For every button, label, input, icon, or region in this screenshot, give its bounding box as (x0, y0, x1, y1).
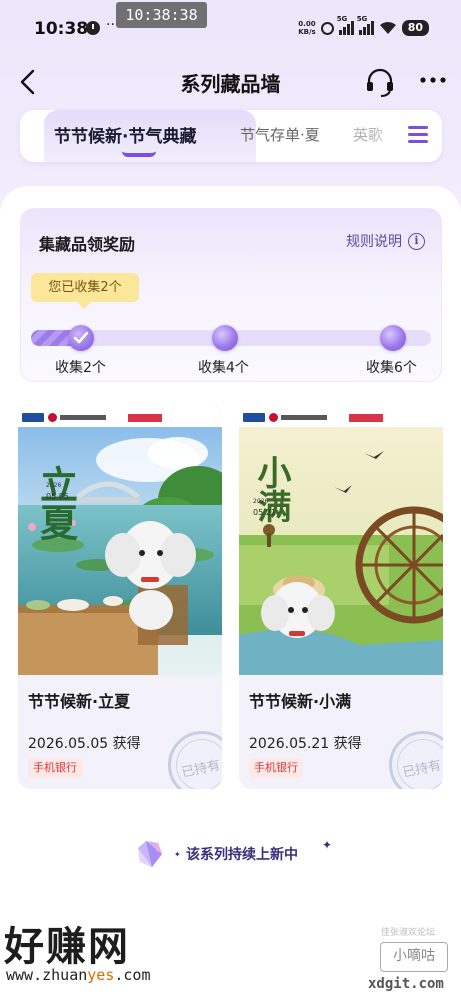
net-speed-value: 0.00 (298, 20, 316, 28)
watermark-url-left: www.zhuanyes.com (6, 966, 151, 984)
rules-label: 规则说明 (346, 234, 402, 250)
collected-count-badge: 您已收集2个 (31, 273, 139, 309)
battery-indicator: 80 (401, 20, 429, 36)
more-icon[interactable] (418, 68, 448, 92)
tab-menu-icon[interactable] (408, 126, 428, 144)
xiaoman-year: 2026 (253, 498, 268, 505)
series-tabs: 节节候新·节气典藏 节气存单·夏 英歌 (20, 110, 442, 162)
alarm-icon (320, 21, 334, 35)
customer-service-icon[interactable] (364, 66, 396, 98)
xiaoman-poster-image: 小满 2026 05 21 (239, 405, 443, 675)
wm-url-part: .com (114, 966, 151, 984)
tab-active-indicator (122, 151, 156, 157)
clock-icon (86, 21, 100, 35)
net-speed: 0.00 KB/s (298, 20, 315, 36)
rules-link[interactable]: 规则说明 i (346, 231, 425, 251)
channel-tag: 手机银行 (249, 758, 303, 778)
check-icon (73, 331, 89, 344)
series-updating-note: 该系列持续上新中 ✦ ✦ (0, 838, 461, 872)
status-time: 10:38 (34, 19, 89, 39)
card-name: 节节候新·小满 (249, 692, 352, 711)
sparkle-icon: ✦ (174, 850, 181, 859)
top-nav: 系列藏品墙 (0, 58, 461, 108)
wm-url-highlight: yes (87, 966, 115, 984)
wifi-icon (379, 22, 396, 34)
milestone-2[interactable] (68, 325, 94, 351)
net-speed-unit: KB/s (298, 28, 316, 36)
watermark-xiaodigu: 小嘀咕 (380, 942, 448, 972)
milestone-4[interactable] (212, 325, 238, 351)
sim1-label: 5G (336, 15, 348, 23)
milestone-6[interactable] (380, 325, 406, 351)
lixia-poster-image: 立夏 2026 05 05 (18, 405, 222, 675)
watermark-forum: 佳张淑欢论坛 (381, 928, 436, 938)
watermark-haozhuan: 好赚网 (4, 924, 130, 970)
tab-fade (372, 110, 442, 162)
sparkle-icon: ✦ (322, 838, 333, 852)
channel-tag: 手机银行 (28, 758, 82, 778)
tab-solar-terms-collection[interactable]: 节节候新·节气典藏 (54, 122, 196, 147)
watermark-url-right: xdgit.com (368, 976, 444, 992)
reward-card: 集藏品领奖励 规则说明 i 您已收集2个 收集2个 收集4个 收集6个 (20, 208, 442, 382)
lixia-month-day: 05 05 (46, 492, 69, 501)
overlay-clock: 10:38:38 (116, 2, 207, 28)
reward-title: 集藏品领奖励 (39, 235, 136, 254)
tab-summer-deposit[interactable]: 节气存单·夏 (240, 124, 320, 145)
status-bar: 10:38 ··· 10:38:38 0.00 KB/s 5G 5G 80 (0, 0, 461, 58)
status-indicators: 0.00 KB/s 5G 5G 80 (298, 15, 429, 40)
milestone-label-4: 收集4个 (198, 360, 249, 376)
gem-icon (138, 841, 162, 867)
lixia-year: 2026 (46, 482, 61, 489)
owned-stamp: 已持有 (168, 731, 222, 789)
collectible-card-lixia[interactable]: 立夏 2026 05 05 节节候新·立夏 2026.05.05 获得 手机银行… (18, 405, 222, 789)
lixia-title: 立夏 (34, 465, 79, 541)
wm-url-part: www.zhuan (6, 966, 88, 984)
xiaoman-month-day: 05 21 (253, 508, 276, 517)
card-date: 2026.05.21 获得 (249, 736, 362, 752)
info-icon: i (408, 232, 425, 250)
card-name: 节节候新·立夏 (28, 692, 131, 711)
signal-icon-2: 5G (357, 15, 374, 35)
collectible-card-xiaoman[interactable]: 小满 2026 05 21 节节候新·小满 2026.05.21 获得 手机银行… (239, 405, 443, 789)
sim2-label: 5G (356, 15, 368, 23)
signal-icon-1: 5G (337, 15, 354, 35)
card-date: 2026.05.05 获得 (28, 736, 141, 752)
series-updating-text: 该系列持续上新中 (186, 847, 298, 863)
milestone-label-2: 收集2个 (55, 360, 106, 376)
owned-stamp: 已持有 (389, 731, 443, 789)
milestone-label-6: 收集6个 (366, 360, 417, 376)
